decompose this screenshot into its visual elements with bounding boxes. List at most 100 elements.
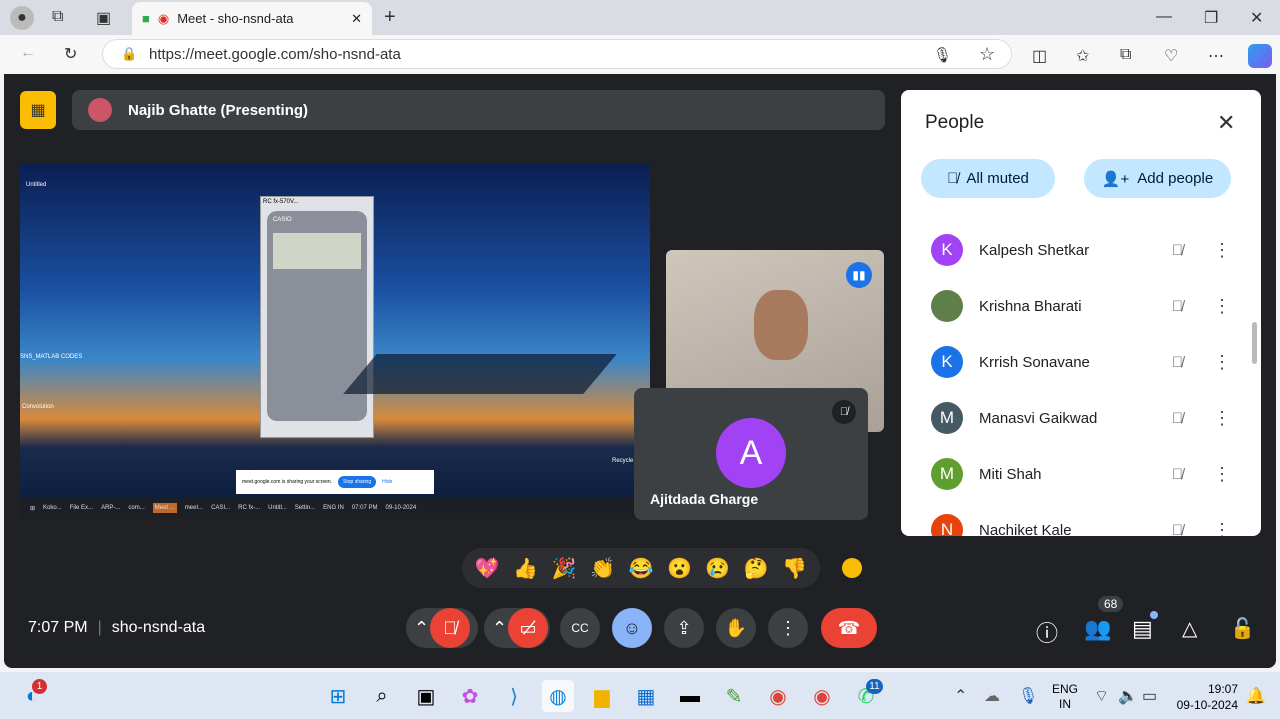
participant-row[interactable]: N Nachiket Kale 🎙̸ ⋮: [931, 502, 1231, 536]
participant-count-badge: 68: [1098, 596, 1124, 612]
more-options-icon[interactable]: ⋮: [1213, 464, 1231, 485]
vscode-icon[interactable]: ⟩: [498, 680, 530, 712]
more-options-button[interactable]: ⋮: [768, 608, 808, 648]
volume-icon[interactable]: 🔈: [1118, 686, 1138, 706]
skin-tone-button[interactable]: [842, 558, 862, 578]
taskbar-item: meet...: [184, 505, 204, 511]
wifi-icon[interactable]: ⌔: [1094, 686, 1109, 706]
minimize-icon[interactable]: —: [1156, 8, 1172, 26]
store-icon[interactable]: ▦: [630, 680, 662, 712]
participant-avatar: [931, 290, 963, 322]
more-options-icon[interactable]: ⋮: [1213, 352, 1231, 373]
camera-off-button[interactable]: ▭̸: [508, 608, 548, 648]
reaction-button[interactable]: 🎉: [552, 556, 577, 581]
file-explorer-icon[interactable]: ▆: [586, 680, 618, 712]
more-options-icon[interactable]: ⋮: [1213, 408, 1231, 429]
reaction-button[interactable]: 👏: [590, 556, 615, 581]
present-button[interactable]: ⇪: [664, 608, 704, 648]
chrome-profile-icon[interactable]: ◉: [806, 680, 838, 712]
close-panel-icon[interactable]: ✕: [1217, 110, 1235, 136]
onedrive-icon[interactable]: ☁: [984, 686, 1000, 706]
more-options-icon[interactable]: ⋮: [1213, 296, 1231, 317]
copilot-app-icon[interactable]: ✿: [454, 680, 486, 712]
clock[interactable]: 19:07 09-10-2024: [1170, 681, 1238, 713]
close-tab-icon[interactable]: ✕: [351, 11, 362, 27]
tray-chevron-icon[interactable]: ⌃: [954, 686, 967, 706]
mic-icon[interactable]: 🎙: [933, 46, 952, 64]
mic-off-button[interactable]: 🎙̸: [430, 608, 470, 648]
meeting-time: 7:07 PM | sho-nsnd-ata: [28, 619, 206, 636]
captions-button[interactable]: CC: [560, 608, 600, 648]
reaction-button[interactable]: 👎: [782, 556, 807, 581]
more-icon[interactable]: ⋯: [1208, 46, 1224, 66]
participant-row[interactable]: M Manasvi Gaikwad 🎙̸ ⋮: [931, 390, 1231, 446]
back-icon[interactable]: ←: [20, 44, 36, 62]
taskbar-item: Koko...: [43, 505, 62, 511]
search-icon[interactable]: ⌕: [366, 680, 398, 712]
activities-icon[interactable]: △: [1182, 616, 1197, 641]
reaction-button[interactable]: 💖: [475, 556, 500, 581]
raise-hand-button[interactable]: ✋: [716, 608, 756, 648]
participant-row[interactable]: Krishna Bharati 🎙̸ ⋮: [931, 278, 1231, 334]
language-indicator[interactable]: ENG IN: [1052, 682, 1078, 712]
url-text: https://meet.google.com/sho-nsnd-ata: [149, 45, 401, 63]
scrollbar[interactable]: [1252, 322, 1257, 364]
reactions-bar: 💖 👍 🎉 👏 😂 😮 😢 🤔 👎: [462, 548, 820, 588]
edge-icon[interactable]: ◍: [542, 680, 574, 712]
notifications-icon[interactable]: 🔔: [1246, 686, 1266, 706]
task-view-icon[interactable]: ▣: [410, 680, 442, 712]
meeting-code: sho-nsnd-ata: [111, 619, 206, 636]
profile-icon[interactable]: ●: [10, 6, 34, 30]
tab-meet[interactable]: ■ ◉ Meet - sho-nsnd-ata ✕: [132, 2, 372, 35]
info-icon[interactable]: ⓘ: [1036, 616, 1058, 648]
reaction-button[interactable]: 😢: [705, 556, 730, 581]
chrome-icon[interactable]: ◉: [762, 680, 794, 712]
lock-icon: 🔒: [121, 46, 138, 61]
participant-name: Krrish Sonavane: [979, 353, 1090, 371]
people-icon[interactable]: 👥: [1084, 616, 1111, 642]
battery-icon[interactable]: ▭: [1142, 686, 1157, 706]
copilot-icon[interactable]: [1248, 44, 1272, 68]
reaction-button[interactable]: 😂: [629, 556, 654, 581]
mic-tray-icon[interactable]: 🎙: [1018, 686, 1038, 706]
restore-icon[interactable]: ❐: [1204, 8, 1218, 28]
reaction-button[interactable]: 🤔: [744, 556, 769, 581]
calc-brand: CASIO: [273, 217, 292, 223]
favorite-icon[interactable]: ☆: [979, 44, 995, 65]
more-options-icon[interactable]: ⋮: [1213, 240, 1231, 261]
reaction-button[interactable]: 👍: [513, 556, 538, 581]
terminal-icon[interactable]: ▬: [674, 680, 706, 712]
reactions-button[interactable]: ☺: [612, 608, 652, 648]
new-tab-icon[interactable]: +: [384, 6, 396, 29]
desktop-icon: SNS_MATLAB CODES: [20, 354, 83, 360]
hide-button[interactable]: Hide: [382, 479, 392, 485]
taskbar-lang: ENG IN: [323, 505, 344, 511]
more-options-icon[interactable]: ⋮: [1213, 520, 1231, 537]
leave-call-button[interactable]: ☎: [821, 608, 877, 648]
clock-time: 19:07: [1207, 682, 1238, 696]
participant-row[interactable]: K Kalpesh Shetkar 🎙̸ ⋮: [931, 222, 1231, 278]
extensions-icon[interactable]: ♡: [1164, 46, 1178, 66]
favorites-icon[interactable]: ✩: [1076, 46, 1089, 66]
tab-actions-icon[interactable]: ▣: [96, 8, 111, 28]
presentation-off-icon[interactable]: ▦: [20, 91, 56, 129]
workspaces-icon[interactable]: ⧉: [52, 8, 63, 26]
stop-sharing-button[interactable]: Stop sharing: [338, 476, 377, 488]
muted-icon: 🎙̸: [1171, 297, 1183, 315]
reaction-button[interactable]: 😮: [667, 556, 692, 581]
refresh-icon[interactable]: ↻: [64, 44, 77, 64]
app-icon[interactable]: ✎: [718, 680, 750, 712]
split-screen-icon[interactable]: ◫: [1032, 46, 1047, 66]
close-window-icon[interactable]: ✕: [1250, 8, 1263, 28]
participant-row[interactable]: M Miti Shah 🎙̸ ⋮: [931, 446, 1231, 502]
chat-icon[interactable]: ▤: [1132, 616, 1153, 642]
lang-text: ENG: [1052, 682, 1079, 696]
url-input[interactable]: 🔒 https://meet.google.com/sho-nsnd-ata 🎙 …: [102, 39, 1012, 69]
add-people-button[interactable]: 👤+ Add people: [1084, 159, 1231, 198]
host-controls-icon[interactable]: 🔓: [1230, 616, 1255, 641]
collections-icon[interactable]: ⧉: [1120, 46, 1131, 64]
start-icon[interactable]: ⊞: [322, 680, 354, 712]
participant-row[interactable]: K Krrish Sonavane 🎙̸ ⋮: [931, 334, 1231, 390]
all-muted-button[interactable]: 🎙̸ All muted: [921, 159, 1055, 198]
taskbar-item: com...: [128, 505, 145, 511]
